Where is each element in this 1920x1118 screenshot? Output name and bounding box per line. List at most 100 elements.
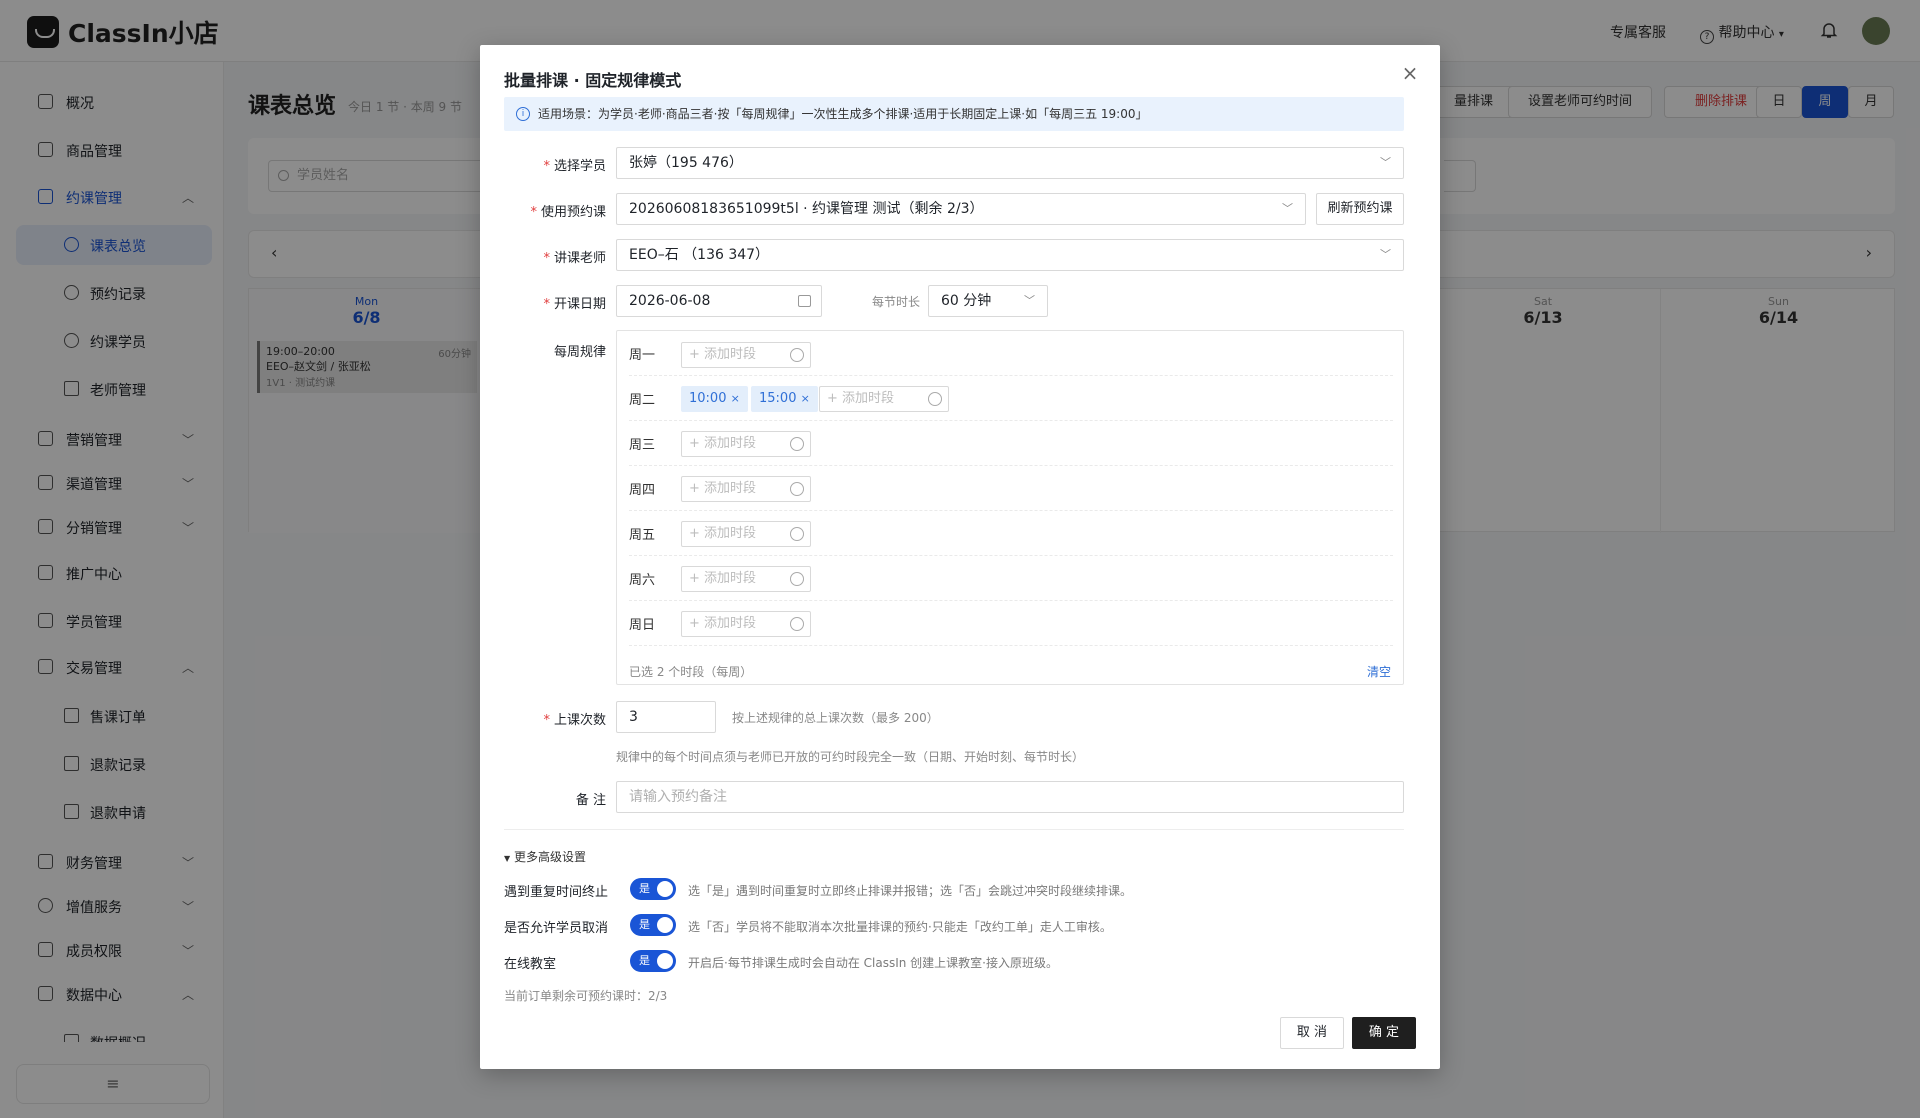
modal-title: 批量排课 · 固定规律模式 — [504, 71, 682, 90]
start-date-picker[interactable]: 2026-06-08 — [616, 285, 822, 317]
chevron-down-icon: ﹀ — [1380, 248, 1391, 261]
course-label: * 使用预约课 — [530, 205, 606, 220]
weekday-label: 周五 — [629, 528, 656, 543]
toggle-desc: 选「否」学员将不能取消本次批量排课的预约·只能走「改约工单」走人工审核。 — [688, 920, 1112, 934]
close-icon[interactable]: × — [731, 392, 740, 405]
weekday-label: 周三 — [629, 438, 656, 453]
teacher-row: * 讲课老师 EEO–石 （136 347） ﹀ — [504, 239, 1404, 271]
rule-note: 规律中的每个时间点须与老师已开放的可约时段完全一致（日期、开始时刻、每节时长） — [616, 750, 1085, 764]
clock-icon — [790, 437, 804, 451]
weekday-row-tue: 周二 10:00 × 15:00 × + 添加时段 — [629, 376, 1393, 421]
note-row: 备 注 请输入预约备注 — [504, 781, 1404, 813]
course-row: * 使用预约课 20260608183651099t5l · 约课管理 测试（剩余… — [504, 193, 1404, 225]
start-date-value: 2026-06-08 — [629, 293, 711, 309]
weekday-label: 周二 — [629, 393, 656, 408]
caret-down-icon: ▼ — [504, 854, 511, 863]
clock-icon — [928, 392, 942, 406]
add-slot-placeholder: + 添加时段 — [827, 391, 895, 406]
teacher-select[interactable]: EEO–石 （136 347） ﹀ — [616, 239, 1404, 271]
weekday-label: 周一 — [629, 348, 656, 363]
add-slot-placeholder: + 添加时段 — [689, 526, 757, 541]
lesson-count-input[interactable]: 3 — [616, 701, 716, 733]
weekday-row-thu: 周四 + 添加时段 — [629, 466, 1393, 511]
cancel-button[interactable]: 取 消 — [1280, 1017, 1344, 1049]
add-slot-placeholder: + 添加时段 — [689, 436, 757, 451]
teacher-label-text: 讲课老师 — [553, 251, 606, 266]
batch-schedule-modal: 批量排课 · 固定规律模式 × i 适用场景：为学员·老师·商品三者·按「每周规… — [480, 45, 1440, 1069]
add-slot-placeholder: + 添加时段 — [689, 347, 757, 362]
add-slot-input[interactable]: + 添加时段 — [681, 611, 811, 637]
count-label: * 上课次数 — [543, 713, 606, 728]
remaining-hours: 当前订单剩余可预约课时：2/3 — [504, 989, 668, 1003]
duration-select[interactable]: 60 分钟 ﹀ — [928, 285, 1048, 317]
count-row: * 上课次数 3 按上述规律的总上课次数（最多 200） — [504, 701, 1404, 733]
refresh-course-button[interactable]: 刷新预约课 — [1316, 193, 1404, 225]
course-select[interactable]: 20260608183651099t5l · 约课管理 测试（剩余 2/3） ﹀ — [616, 193, 1306, 225]
info-text: 适用场景：为学员·老师·商品三者·按「每周规律」一次性生成多个排课·适用于长期固… — [538, 107, 1148, 121]
clock-icon — [790, 617, 804, 631]
clear-link[interactable]: 清空 — [1367, 663, 1391, 680]
weekday-row-mon: 周一 + 添加时段 — [629, 331, 1393, 376]
online-classroom-switch[interactable]: 是 — [630, 950, 676, 972]
teacher-label: * 讲课老师 — [543, 251, 606, 266]
toggle-desc: 开启后·每节排课生成时会自动在 ClassIn 创建上课教室·接入原班级。 — [688, 956, 1058, 970]
add-slot-input[interactable]: + 添加时段 — [681, 342, 811, 368]
allow-cancel-switch[interactable]: 是 — [630, 914, 676, 936]
close-icon[interactable]: × — [801, 392, 810, 405]
clock-icon — [790, 572, 804, 586]
student-value: 张婷（195 476） — [629, 155, 743, 171]
add-slot-input[interactable]: + 添加时段 — [681, 521, 811, 547]
advanced-settings-toggle[interactable]: ▼ 更多高级设置 — [504, 848, 586, 865]
toggle-label-allow-cancel: 是否允许学员取消 — [504, 921, 609, 936]
advanced-settings-label: 更多高级设置 — [513, 850, 586, 864]
clock-icon — [790, 348, 804, 362]
weekday-label: 周六 — [629, 573, 656, 588]
add-slot-input[interactable]: + 添加时段 — [681, 431, 811, 457]
time-slot-tag[interactable]: 15:00 × — [751, 386, 818, 412]
time-slot-value: 10:00 — [689, 391, 727, 406]
student-label-text: 选择学员 — [553, 159, 606, 174]
calendar-icon — [798, 295, 811, 307]
add-slot-placeholder: + 添加时段 — [689, 571, 757, 586]
weekday-row-fri: 周五 + 添加时段 — [629, 511, 1393, 556]
clock-icon — [790, 527, 804, 541]
weekday-row-wed: 周三 + 添加时段 — [629, 421, 1393, 466]
stop-on-conflict-switch[interactable]: 是 — [630, 878, 676, 900]
count-label-text: 上课次数 — [553, 713, 606, 728]
add-slot-placeholder: + 添加时段 — [689, 481, 757, 496]
student-label: * 选择学员 — [543, 159, 606, 174]
duration-label: 每节时长 — [872, 295, 921, 309]
weekday-label: 周日 — [629, 618, 656, 633]
add-slot-input[interactable]: + 添加时段 — [681, 566, 811, 592]
student-select[interactable]: 张婷（195 476） ﹀ — [616, 147, 1404, 179]
chevron-down-icon: ﹀ — [1380, 156, 1391, 169]
date-row: * 开课日期 2026-06-08 每节时长 60 分钟 ﹀ — [504, 285, 1404, 317]
weekday-row-sat: 周六 + 添加时段 — [629, 556, 1393, 601]
confirm-button[interactable]: 确 定 — [1352, 1017, 1416, 1049]
toggle-label-stop-on-conflict: 遇到重复时间终止 — [504, 885, 609, 900]
note-label: 备 注 — [575, 793, 606, 808]
date-label: * 开课日期 — [543, 297, 606, 312]
student-row: * 选择学员 张婷（195 476） ﹀ — [504, 147, 1404, 179]
time-slot-value: 15:00 — [759, 391, 797, 406]
weekly-rule-box: 周一 + 添加时段 周二 10:00 × 15:00 × + 添加时段 周三 +… — [616, 330, 1404, 685]
info-icon: i — [516, 107, 530, 121]
add-slot-input[interactable]: + 添加时段 — [819, 386, 949, 412]
weekly-label: 每周规律 — [553, 345, 606, 360]
teacher-value: EEO–石 （136 347） — [629, 247, 770, 263]
time-slot-tag[interactable]: 10:00 × — [681, 386, 748, 412]
chevron-down-icon: ﹀ — [1282, 202, 1293, 215]
add-slot-input[interactable]: + 添加时段 — [681, 476, 811, 502]
toggle-label-online-classroom: 在线教室 — [504, 957, 557, 972]
clock-icon — [790, 482, 804, 496]
duration-value: 60 分钟 — [941, 293, 992, 309]
course-label-text: 使用预约课 — [540, 205, 606, 220]
weekday-row-sun: 周日 + 添加时段 — [629, 601, 1393, 646]
course-value: 20260608183651099t5l · 约课管理 测试（剩余 2/3） — [629, 201, 984, 217]
note-input[interactable]: 请输入预约备注 — [616, 781, 1404, 813]
weekday-label: 周四 — [629, 483, 656, 498]
chevron-down-icon: ﹀ — [1024, 294, 1035, 307]
count-hint: 按上述规律的总上课次数（最多 200） — [732, 711, 939, 725]
info-banner: i 适用场景：为学员·老师·商品三者·按「每周规律」一次性生成多个排课·适用于长… — [504, 97, 1404, 131]
close-icon[interactable]: × — [1398, 61, 1422, 85]
